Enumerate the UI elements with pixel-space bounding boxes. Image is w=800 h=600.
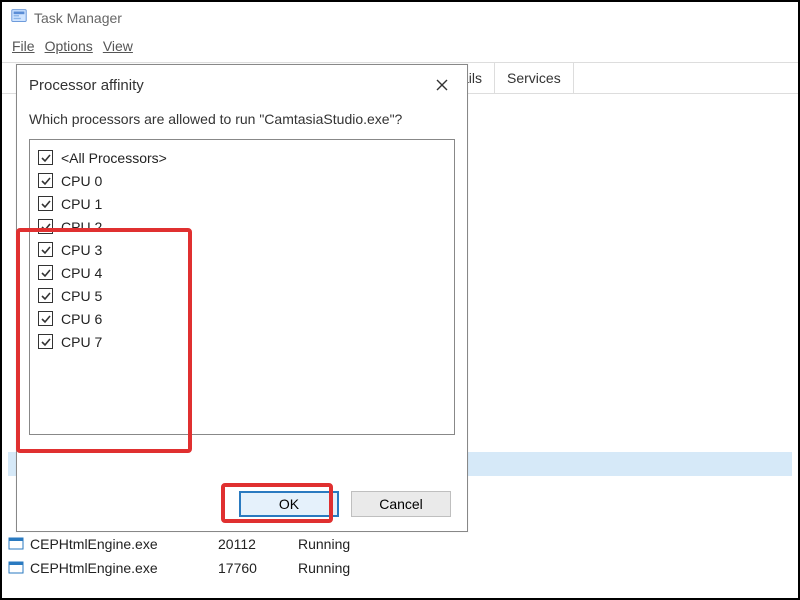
- process-name: CEPHtmlEngine.exe: [30, 536, 158, 552]
- dialog-title: Processor affinity: [29, 77, 144, 94]
- cancel-button[interactable]: Cancel: [351, 491, 451, 517]
- menu-file[interactable]: File: [8, 36, 39, 56]
- menubar: File Options View: [2, 34, 798, 62]
- checkbox-label: CPU 4: [61, 265, 102, 281]
- process-icon: [8, 536, 24, 552]
- checkbox-label: CPU 7: [61, 334, 102, 350]
- app-title: Task Manager: [34, 10, 122, 26]
- tab-services[interactable]: Services: [495, 63, 574, 93]
- checkbox-cpu-4[interactable]: CPU 4: [34, 261, 450, 284]
- process-icon: [8, 560, 24, 576]
- ok-button[interactable]: OK: [239, 491, 339, 517]
- process-status: Running: [298, 560, 398, 576]
- dialog-prompt: Which processors are allowed to run "Cam…: [17, 105, 467, 139]
- checkbox-checked-icon[interactable]: [38, 196, 53, 211]
- checkbox-cpu-6[interactable]: CPU 6: [34, 307, 450, 330]
- table-row[interactable]: CEPHtmlEngine.exe 20112 Running: [8, 532, 792, 556]
- process-name: CEPHtmlEngine.exe: [30, 560, 158, 576]
- process-pid: 20112: [218, 536, 288, 552]
- table-row[interactable]: CEPHtmlEngine.exe 17760 Running: [8, 556, 792, 580]
- checkbox-checked-icon[interactable]: [38, 265, 53, 280]
- titlebar: Task Manager: [2, 2, 798, 34]
- checkbox-cpu-7[interactable]: CPU 7: [34, 330, 450, 353]
- checkbox-checked-icon[interactable]: [38, 242, 53, 257]
- checkbox-checked-icon[interactable]: [38, 173, 53, 188]
- menu-view[interactable]: View: [99, 36, 137, 56]
- checkbox-all-processors[interactable]: <All Processors>: [34, 146, 450, 169]
- process-pid: 17760: [218, 560, 288, 576]
- checkbox-cpu-0[interactable]: CPU 0: [34, 169, 450, 192]
- task-manager-icon: [10, 7, 28, 30]
- process-status: Running: [298, 536, 398, 552]
- checkbox-label: CPU 1: [61, 196, 102, 212]
- checkbox-label: CPU 6: [61, 311, 102, 327]
- processor-affinity-dialog: Processor affinity Which processors are …: [16, 64, 468, 532]
- checkbox-label: CPU 3: [61, 242, 102, 258]
- checkbox-cpu-3[interactable]: CPU 3: [34, 238, 450, 261]
- checkbox-label: CPU 0: [61, 173, 102, 189]
- checkbox-cpu-2[interactable]: CPU 2: [34, 215, 450, 238]
- checkbox-cpu-5[interactable]: CPU 5: [34, 284, 450, 307]
- checkbox-checked-icon[interactable]: [38, 334, 53, 349]
- process-table: CEPHtmlEngine.exe 20112 Running CEPHtmlE…: [8, 532, 792, 580]
- dialog-button-row: OK Cancel: [17, 473, 467, 531]
- close-button[interactable]: [427, 70, 457, 100]
- dialog-titlebar: Processor affinity: [17, 65, 467, 105]
- cpu-checkbox-list[interactable]: <All Processors> CPU 0 CPU 1 CPU 2 CPU 3…: [29, 139, 455, 435]
- menu-options[interactable]: Options: [41, 36, 97, 56]
- checkbox-label: CPU 5: [61, 288, 102, 304]
- checkbox-checked-icon[interactable]: [38, 311, 53, 326]
- checkbox-checked-icon[interactable]: [38, 150, 53, 165]
- close-icon: [435, 78, 449, 92]
- checkbox-checked-icon[interactable]: [38, 288, 53, 303]
- checkbox-checked-icon[interactable]: [38, 219, 53, 234]
- checkbox-label: CPU 2: [61, 219, 102, 235]
- checkbox-cpu-1[interactable]: CPU 1: [34, 192, 450, 215]
- checkbox-label: <All Processors>: [61, 150, 167, 166]
